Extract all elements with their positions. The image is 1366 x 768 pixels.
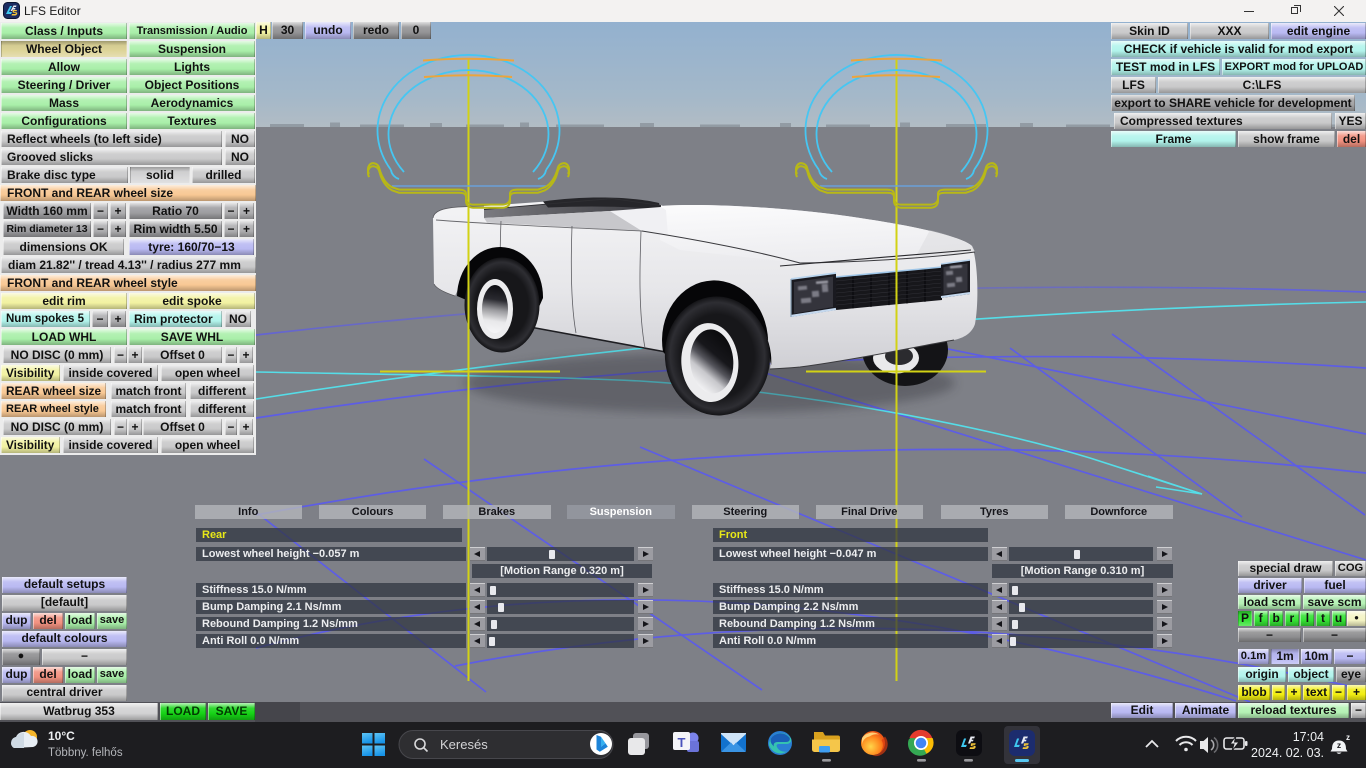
svg-text:Keresés: Keresés [440,737,488,752]
svg-text:Többny. felhős: Többny. felhős [48,747,123,759]
svg-text:2024. 02. 03.: 2024. 02. 03. [1251,746,1324,760]
svg-text:T: T [678,735,686,750]
svg-text:z: z [1346,733,1350,742]
svg-text:17:04: 17:04 [1293,730,1324,744]
svg-text:10°C: 10°C [48,729,75,743]
svg-text:z: z [1337,740,1341,750]
